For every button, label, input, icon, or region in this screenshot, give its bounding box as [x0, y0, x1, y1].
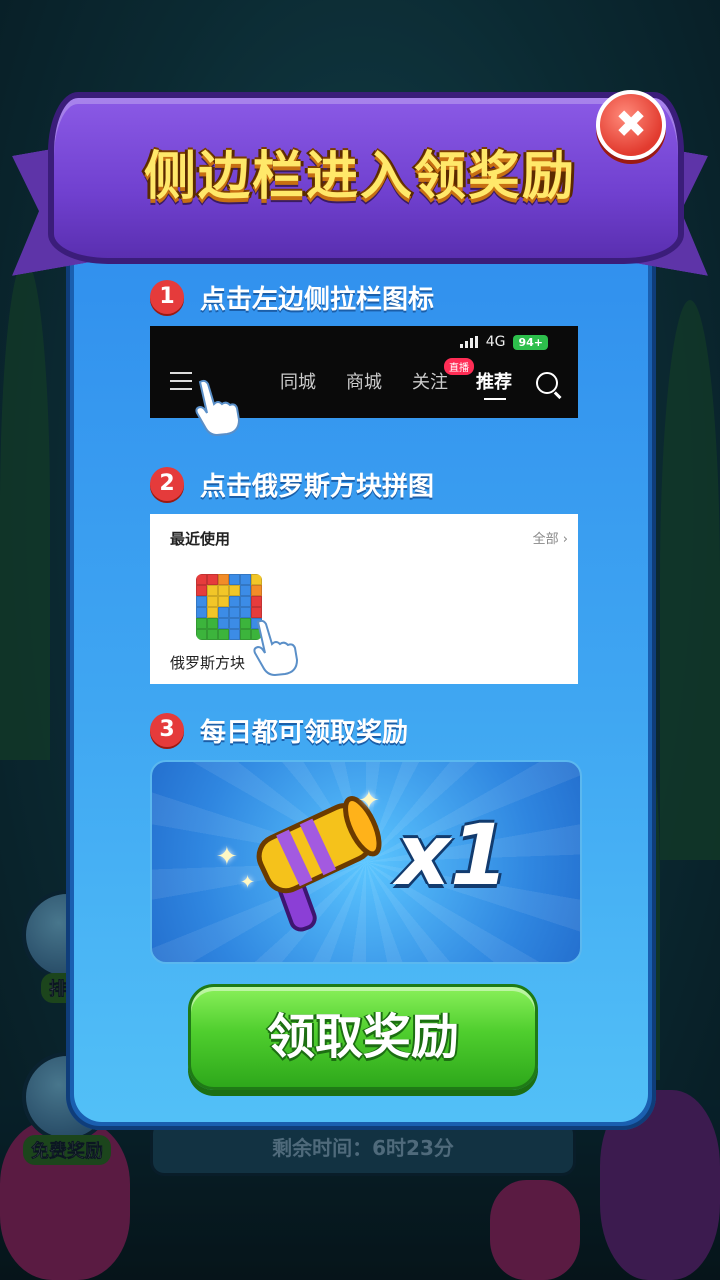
step-text: 点击俄罗斯方块拼图 [200, 471, 435, 502]
pointer-hand-icon [253, 619, 299, 677]
step-1: 1 点击左边侧拉栏图标 [150, 280, 435, 315]
step-text: 每日都可领取奖励 [200, 717, 409, 748]
nav-tab-mall: 商城 [346, 372, 382, 393]
signal-icon [459, 336, 478, 348]
close-icon: ✖ [615, 102, 647, 146]
nav-tab-following: 关注 [412, 372, 448, 393]
network-type: 4G [485, 334, 506, 350]
live-badge: 直播 [444, 358, 474, 375]
game-name: 俄罗斯方块 [170, 654, 246, 672]
step-number: 3 [150, 713, 184, 747]
close-button[interactable]: ✖ [596, 90, 666, 160]
recent-title: 最近使用 [170, 530, 231, 548]
battery-indicator: 94+ [513, 334, 548, 350]
status-bar: 4G 94+ [459, 334, 548, 350]
step-number: 2 [150, 467, 184, 501]
active-tab-underline [484, 398, 506, 400]
pointer-hand-icon [195, 379, 241, 437]
all-link: 全部 › [532, 532, 568, 547]
step-2: 2 点击俄罗斯方块拼图 [150, 467, 435, 502]
step-3: 3 每日都可领取奖励 [150, 713, 409, 748]
step-text: 点击左边侧拉栏图标 [200, 284, 435, 315]
reward-count: x1 [396, 806, 509, 904]
claim-reward-button[interactable]: 领取奖励 [188, 984, 538, 1090]
nav-tab-local: 同城 [280, 372, 316, 393]
sparkle-icon: ✦ [358, 786, 380, 816]
nav-tab-recommend: 推荐 [476, 372, 512, 393]
sparkle-icon: ✦ [240, 872, 256, 893]
tutorial-screenshot-recent: 最近使用 全部 › 俄罗斯方块 [150, 514, 578, 684]
search-icon [536, 372, 558, 394]
step-number: 1 [150, 280, 184, 314]
sparkle-icon: ✦ [216, 842, 238, 872]
reward-preview: ✦ ✦ ✦ x1 [150, 760, 582, 964]
